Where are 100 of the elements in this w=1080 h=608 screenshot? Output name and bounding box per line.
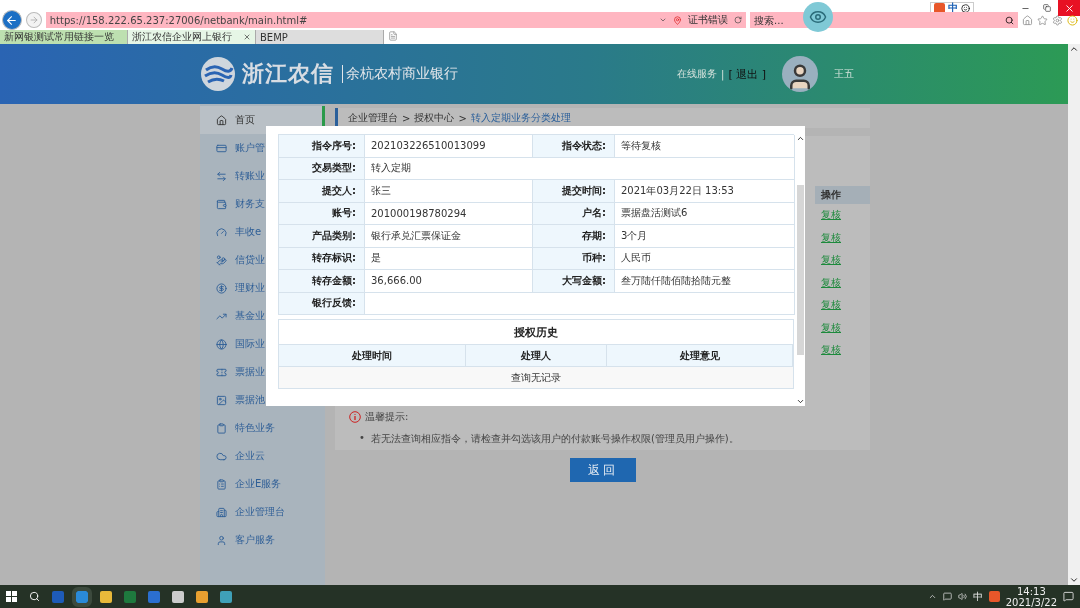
close-icon	[1063, 2, 1075, 14]
breadcrumb-separator: >	[458, 112, 467, 124]
browser-tab[interactable]: BEMP	[256, 30, 384, 44]
emoji-icon[interactable]	[961, 3, 970, 13]
restore-icon	[1043, 4, 1051, 12]
warning-pin-icon	[673, 15, 683, 25]
card-icon	[216, 142, 227, 154]
home-icon	[216, 114, 227, 126]
field-label: 币种:	[533, 247, 615, 270]
back-button[interactable]	[2, 10, 22, 30]
field-label: 户名:	[533, 202, 615, 225]
info-icon	[349, 411, 361, 423]
avatar	[782, 56, 818, 92]
field-value: 2021年03月22日 13:53	[615, 180, 795, 203]
scroll-thumb[interactable]	[796, 185, 804, 355]
clipboard-icon	[216, 422, 227, 434]
volume-icon[interactable]	[957, 592, 967, 601]
column-header: 处理人	[466, 344, 607, 366]
address-text: https://158.222.65.237:27006/netbank/main.html#	[49, 14, 309, 26]
sidebar-item[interactable]: 企业管理台	[200, 498, 325, 526]
home-icon[interactable]	[1022, 14, 1034, 26]
scrollbar[interactable]	[1068, 44, 1080, 585]
logout-link[interactable]: [ 退出 ]	[728, 66, 766, 82]
search-icon[interactable]	[1005, 15, 1015, 25]
bank-name: 余杭农村商业银行	[342, 65, 458, 83]
scroll-up-icon[interactable]	[1069, 44, 1079, 54]
field-label: 银行反馈:	[279, 292, 365, 315]
input-language[interactable]: 中	[972, 589, 983, 604]
field-label: 大写金额:	[533, 270, 615, 293]
breadcrumb-link[interactable]: 转入定期业务分类处理	[470, 111, 571, 125]
tips-title: 温馨提示:	[365, 410, 409, 424]
address-bar[interactable]: https://158.222.65.237:27006/netbank/main.html# 证书错误	[45, 12, 747, 28]
windows-start-icon[interactable]	[6, 591, 17, 602]
sidebar-item[interactable]: 客户服务	[200, 526, 325, 554]
transfer-icon	[216, 170, 227, 182]
dialog-scrollbar[interactable]	[795, 134, 805, 406]
clock[interactable]: 14:13 2021/3/22	[1005, 585, 1057, 608]
ime-logo-icon[interactable]	[988, 591, 1000, 602]
smiley-icon[interactable]	[1067, 14, 1078, 26]
field-label: 账号:	[279, 202, 365, 225]
coin-icon	[216, 282, 227, 294]
dropdown-icon[interactable]	[659, 16, 668, 24]
return-button[interactable]: 返回	[569, 458, 636, 482]
scroll-down-icon[interactable]	[795, 397, 805, 406]
ticket-icon	[216, 366, 227, 378]
review-link[interactable]: 复核	[815, 204, 870, 227]
review-link[interactable]: 复核	[815, 271, 870, 294]
review-link[interactable]: 复核	[815, 339, 870, 362]
scroll-down-icon[interactable]	[1069, 575, 1079, 585]
cert-warning[interactable]: 证书错误	[688, 13, 729, 27]
browser-tab[interactable]: 新网银测试常用链接一览	[0, 30, 128, 44]
field-label: 交易类型:	[279, 157, 365, 180]
breadcrumb-link[interactable]: 授权中心	[414, 111, 455, 125]
search-icon[interactable]	[29, 591, 40, 602]
image-icon	[216, 394, 227, 406]
wallet-icon	[216, 198, 227, 210]
hand-coins-icon	[216, 254, 227, 266]
field-label: 指令状态:	[533, 135, 615, 158]
ime-mode: 中	[948, 1, 958, 15]
eye-button[interactable]	[803, 2, 833, 32]
sidebar-item[interactable]: 企业E服务	[200, 470, 325, 498]
online-service-link[interactable]: 在线服务	[677, 67, 718, 81]
empty-message: 查询无记录	[279, 366, 793, 388]
column-header: 处理时间	[279, 344, 466, 366]
bullet: •	[359, 432, 365, 445]
tray-expand-icon[interactable]	[927, 592, 937, 601]
review-link[interactable]: 复核	[815, 249, 870, 272]
sidebar-item[interactable]: 企业云	[200, 442, 325, 470]
review-link[interactable]: 复核	[815, 294, 870, 317]
list-icon	[216, 478, 227, 490]
history-title: 授权历史	[513, 324, 559, 341]
breadcrumb-separator: >	[402, 112, 411, 124]
field-value: 3个月	[615, 225, 795, 248]
field-value: 人民币	[615, 247, 795, 270]
review-link[interactable]: 复核	[815, 316, 870, 339]
field-value: 票据盘活测试6	[615, 202, 795, 225]
tip-text: 若无法查询相应指令，请检查并勾选该用户的付款账号操作权限(管理员用户操作)。	[370, 432, 739, 446]
close-tab-icon[interactable]	[243, 33, 251, 41]
close-button[interactable]	[1058, 0, 1080, 16]
field-label: 转存标识:	[279, 247, 365, 270]
arrow-left-icon	[5, 13, 19, 27]
refresh-icon[interactable]	[734, 16, 743, 24]
breadcrumb-link[interactable]: 企业管理台	[348, 111, 398, 125]
column-header: 处理意见	[607, 344, 793, 366]
field-label: 产品类别:	[279, 225, 365, 248]
sidebar-item[interactable]: 票据池	[200, 386, 325, 414]
review-link[interactable]: 复核	[815, 226, 870, 249]
settings-icon[interactable]	[1052, 14, 1064, 26]
field-label: 存期:	[533, 225, 615, 248]
column-header: 操作	[815, 186, 870, 204]
field-value: 等待复核	[615, 135, 795, 158]
separator-text: |	[721, 68, 725, 80]
eye-icon	[809, 8, 827, 26]
sidebar-item[interactable]: 特色业务	[200, 414, 325, 442]
arrow-right-icon	[28, 15, 39, 25]
browser-tab[interactable]: 浙江农信企业网上银行	[128, 30, 256, 44]
scroll-up-icon[interactable]	[795, 134, 805, 143]
field-label: 提交时间:	[533, 180, 615, 203]
notification-icon[interactable]	[1063, 591, 1074, 602]
gauge-icon	[216, 226, 227, 238]
